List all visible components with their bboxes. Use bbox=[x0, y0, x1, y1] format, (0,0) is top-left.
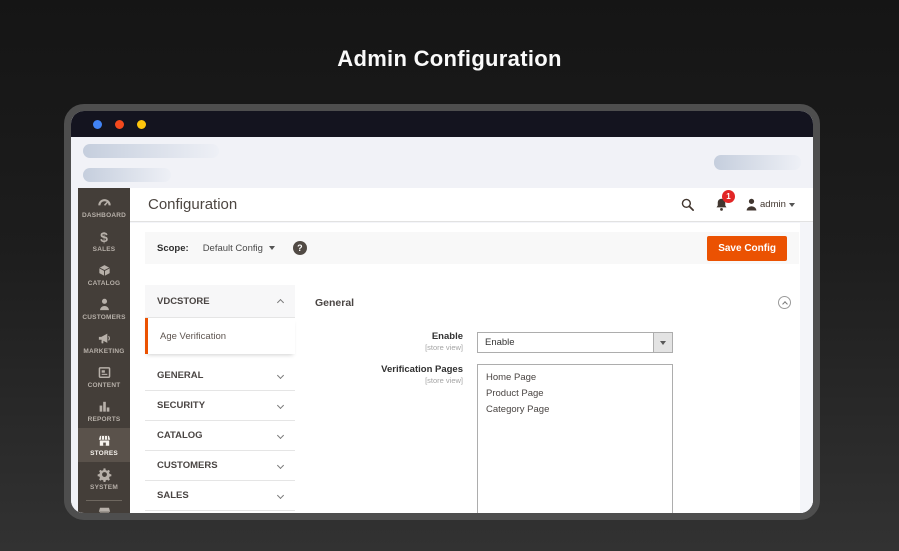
layout-icon bbox=[97, 365, 112, 380]
sidebar-item-marketing[interactable]: MARKETING bbox=[78, 326, 130, 360]
chevron-down-icon bbox=[268, 246, 275, 250]
config-nav-active-label: Age Verification bbox=[160, 330, 227, 342]
config-nav-group-label: SECURITY bbox=[157, 400, 206, 411]
sidebar-item-catalog[interactable]: CATALOG bbox=[78, 258, 130, 292]
collapse-section-button[interactable] bbox=[778, 296, 791, 309]
config-nav-group-label: SALES bbox=[157, 490, 189, 501]
field-label-verification-pages: Verification Pages [store view] bbox=[315, 364, 463, 385]
megaphone-icon bbox=[97, 331, 112, 346]
sidebar-item-stores[interactable]: STORES bbox=[78, 428, 130, 462]
sidebar-item-customers[interactable]: CUSTOMERS bbox=[78, 292, 130, 326]
config-nav-group-customers[interactable]: CUSTOMERS bbox=[145, 451, 295, 481]
enable-select-value: Enable bbox=[485, 337, 515, 348]
chevron-down-icon bbox=[276, 371, 285, 380]
gear-icon bbox=[97, 467, 112, 482]
config-nav-group-sales[interactable]: SALES bbox=[145, 481, 295, 511]
sidebar-divider bbox=[86, 500, 122, 501]
scope-bar: Scope: Default Config ? Save Config bbox=[145, 232, 799, 264]
skeleton-bar bbox=[83, 168, 171, 182]
storefront-icon bbox=[97, 433, 112, 448]
package-icon bbox=[97, 263, 112, 278]
sidebar-item-dashboard[interactable]: DASHBOARD bbox=[78, 190, 130, 224]
multiselect-option-home-page[interactable]: Home Page bbox=[478, 370, 672, 386]
browser-viewport: DASHBOARD $ SALES CATALOG CUSTOMERS MARK… bbox=[71, 137, 813, 513]
window-dot-blue[interactable] bbox=[93, 119, 102, 129]
config-nav-group-general[interactable]: GENERAL bbox=[145, 361, 295, 391]
config-nav-group-catalog[interactable]: CATALOG bbox=[145, 421, 295, 451]
configuration-title: Configuration bbox=[148, 196, 238, 213]
config-nav-section-label: VDCSTORE bbox=[157, 295, 210, 307]
sidebar-item-label: REPORTS bbox=[87, 416, 121, 423]
skeleton-bar bbox=[83, 144, 219, 158]
chevron-up-icon bbox=[781, 300, 788, 307]
sidebar-item-label: CONTENT bbox=[87, 382, 121, 389]
select-arrow-button[interactable] bbox=[653, 333, 672, 352]
help-icon[interactable]: ? bbox=[292, 241, 307, 255]
search-icon[interactable] bbox=[680, 197, 695, 217]
sidebar-item-label: CUSTOMERS bbox=[82, 314, 126, 321]
admin-user-menu[interactable]: admin bbox=[760, 199, 786, 210]
chevron-down-icon bbox=[789, 203, 795, 207]
sidebar-item-label: MARKETING bbox=[83, 348, 125, 355]
sidebar-item-label: STORES bbox=[90, 450, 118, 457]
sidebar-item-sales[interactable]: $ SALES bbox=[78, 224, 130, 258]
page-title: Admin Configuration bbox=[337, 46, 562, 71]
field-label-text: Verification Pages bbox=[381, 364, 463, 375]
config-nav-section-vdcstore[interactable]: VDCSTORE bbox=[145, 285, 295, 318]
chevron-down-icon bbox=[276, 401, 285, 410]
chevron-down-icon bbox=[276, 461, 285, 470]
bar-chart-icon bbox=[97, 399, 112, 414]
chevron-down-icon bbox=[276, 431, 285, 440]
multiselect-option-category-page[interactable]: Category Page bbox=[478, 402, 672, 418]
storefront-icon bbox=[97, 504, 112, 513]
sidebar-item-reports[interactable]: REPORTS bbox=[78, 394, 130, 428]
dollar-icon: $ bbox=[100, 228, 108, 245]
notification-badge[interactable]: 1 bbox=[722, 190, 735, 203]
user-icon[interactable] bbox=[744, 197, 759, 217]
admin-main: Configuration 1 admin Scope: Default Con… bbox=[130, 188, 813, 513]
admin-header: Configuration 1 admin bbox=[130, 188, 813, 222]
sidebar-item-content[interactable]: CONTENT bbox=[78, 360, 130, 394]
person-icon bbox=[97, 297, 112, 312]
chevron-up-icon bbox=[276, 298, 285, 307]
sidebar-item-label: SYSTEM bbox=[90, 484, 118, 491]
verification-pages-multiselect[interactable]: Home Page Product Page Category Page bbox=[477, 364, 673, 513]
admin-sidebar: DASHBOARD $ SALES CATALOG CUSTOMERS MARK… bbox=[78, 188, 130, 513]
window-dot-yellow[interactable] bbox=[137, 119, 146, 129]
skeleton-bar bbox=[714, 155, 801, 170]
field-label-enable: Enable [store view] bbox=[315, 331, 463, 352]
enable-select[interactable]: Enable bbox=[477, 332, 673, 353]
magento-admin: DASHBOARD $ SALES CATALOG CUSTOMERS MARK… bbox=[78, 188, 813, 513]
browser-titlebar bbox=[71, 111, 813, 137]
sidebar-item-label: DASHBOARD bbox=[81, 212, 127, 219]
window-dot-red[interactable] bbox=[115, 119, 124, 129]
sidebar-item-system[interactable]: SYSTEM bbox=[78, 462, 130, 496]
config-nav-group-security[interactable]: SECURITY bbox=[145, 391, 295, 421]
sidebar-item-label: SALES bbox=[92, 246, 116, 253]
field-label-text: Enable bbox=[431, 331, 463, 342]
browser-window: DASHBOARD $ SALES CATALOG CUSTOMERS MARK… bbox=[64, 104, 820, 520]
config-nav: VDCSTORE Age Verification GENERAL SECURI… bbox=[145, 285, 295, 511]
field-scope-text: [store view] bbox=[425, 343, 463, 352]
config-nav-group-label: CATALOG bbox=[157, 430, 203, 441]
config-nav-group-label: GENERAL bbox=[157, 370, 204, 381]
scope-select[interactable]: Default Config bbox=[203, 243, 263, 254]
save-config-button[interactable]: Save Config bbox=[707, 235, 787, 261]
scope-label: Scope: bbox=[157, 242, 189, 254]
multiselect-option-product-page[interactable]: Product Page bbox=[478, 386, 672, 402]
screenshot-stage: Admin Configuration DASHBOARD $ SALES CA… bbox=[0, 0, 899, 551]
gauge-icon bbox=[97, 195, 112, 210]
section-title-general: General bbox=[315, 297, 355, 309]
sidebar-item-label: CATALOG bbox=[87, 280, 121, 287]
sidebar-item-partial[interactable] bbox=[78, 504, 130, 513]
field-scope-text: [store view] bbox=[425, 376, 463, 385]
chevron-down-icon bbox=[660, 340, 666, 345]
chevron-down-icon bbox=[276, 491, 285, 500]
config-nav-item-age-verification[interactable]: Age Verification bbox=[145, 318, 295, 354]
config-nav-group-label: CUSTOMERS bbox=[157, 460, 218, 471]
